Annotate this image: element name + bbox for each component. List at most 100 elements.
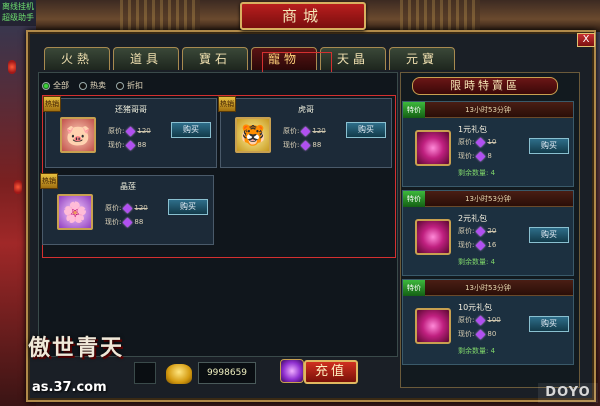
gem-icon — [125, 126, 136, 136]
price-label: 现价: — [108, 141, 125, 149]
price-label: 原价: — [108, 127, 125, 135]
original-price: 原价: 10 — [458, 137, 496, 147]
filter-label: 热卖 — [90, 81, 106, 90]
offer-name: 1元礼包 — [458, 125, 488, 134]
radio-icon — [79, 81, 87, 90]
remaining-count: 剩余数量: 4 — [458, 258, 496, 266]
special-tag: 特价 — [403, 191, 425, 207]
price-value: 120 — [134, 204, 148, 212]
tab-gems[interactable]: 寶石 — [182, 47, 248, 70]
current-price: 现价: 8 — [458, 151, 492, 161]
price-value: 80 — [487, 330, 497, 338]
lantern-icon — [14, 180, 22, 194]
gem-icon — [475, 137, 486, 147]
gem-icon — [475, 329, 486, 339]
pet-card: 热销 还猪哥哥 🐷 原价: 120 现价: 88 购买 — [43, 96, 217, 168]
filter-label: 全部 — [53, 81, 69, 90]
pet-name: 还猪哥哥 — [115, 105, 147, 114]
price-value: 88 — [312, 141, 322, 149]
close-button[interactable]: X — [577, 33, 595, 47]
original-price: 原价: 120 — [105, 203, 148, 213]
gem-icon — [475, 226, 486, 236]
price-label: 现价: — [458, 152, 475, 160]
gem-icon — [125, 140, 136, 150]
current-price: 现价: 88 — [105, 217, 143, 227]
limited-sale-title: 限時特賣區 — [412, 77, 558, 95]
current-price: 现价: 88 — [283, 140, 321, 150]
gold-ingot-icon — [166, 364, 192, 384]
tab-yuanbao[interactable]: 元寶 — [389, 47, 455, 70]
price-value: 120 — [312, 127, 326, 135]
lantern-icon — [8, 60, 16, 74]
buy-button[interactable]: 购买 — [529, 138, 569, 154]
recharge-button[interactable]: 充值 — [304, 360, 358, 384]
price-value: 8 — [487, 152, 492, 160]
gem-icon — [122, 217, 133, 227]
price-label: 原价: — [458, 227, 475, 235]
pet-name: 晶莲 — [120, 182, 136, 191]
gem-icon — [475, 240, 486, 250]
gem-icon — [475, 151, 486, 161]
current-price: 现价: 80 — [458, 329, 496, 339]
tab-tianjing[interactable]: 天晶 — [320, 47, 386, 70]
pig-pet-icon[interactable]: 🐷 — [60, 117, 96, 153]
tab-props[interactable]: 道具 — [113, 47, 179, 70]
radio-icon — [116, 81, 124, 90]
gem-icon — [300, 126, 311, 136]
price-label: 原价: — [283, 127, 300, 135]
offer-timer: 13小时53分钟 — [403, 191, 573, 207]
radio-icon — [42, 81, 50, 90]
offer-name: 10元礼包 — [458, 303, 493, 312]
game-logo: 傲世青天 — [28, 335, 125, 361]
gift-offer: 13小时53分钟 特价 10元礼包 原价: 100 现价: 80 剩余数量: 4… — [402, 279, 574, 365]
filter-label: 折扣 — [127, 81, 143, 90]
pet-card: 热销 晶莲 🌸 原价: 120 现价: 88 购买 — [40, 173, 214, 245]
gem-icon — [122, 203, 133, 213]
price-label: 现价: — [458, 330, 475, 338]
tiger-pet-icon[interactable]: 🐯 — [235, 117, 271, 153]
price-label: 原价: — [458, 138, 475, 146]
price-value: 16 — [487, 241, 497, 249]
filter-hot[interactable]: 热卖 — [79, 80, 106, 91]
filter-discount[interactable]: 折扣 — [116, 80, 143, 91]
price-value: 120 — [137, 127, 151, 135]
original-price: 原价: 120 — [283, 126, 326, 136]
original-price: 原价: 100 — [458, 315, 501, 325]
tab-hot[interactable]: 火熱 — [44, 47, 110, 70]
price-value: 100 — [487, 316, 501, 324]
remaining-count: 剩余数量: 4 — [458, 347, 496, 355]
tab-pets[interactable]: 寵物 — [251, 47, 317, 70]
gem-icon — [475, 315, 486, 325]
offer-timer: 13小时53分钟 — [403, 280, 573, 296]
original-price: 原价: 20 — [458, 226, 496, 236]
offer-timer: 13小时53分钟 — [403, 102, 573, 118]
gift-chest-icon[interactable] — [415, 308, 451, 344]
lotus-pet-icon[interactable]: 🌸 — [57, 194, 93, 230]
price-label: 现价: — [283, 141, 300, 149]
price-value: 20 — [487, 227, 497, 235]
category-tabs: 火熱 道具 寶石 寵物 天晶 元寶 — [44, 47, 455, 70]
gift-chest-icon[interactable] — [415, 130, 451, 166]
buy-button[interactable]: 购买 — [529, 227, 569, 243]
gift-chest-icon[interactable] — [415, 219, 451, 255]
gift-offer: 13小时53分钟 特价 1元礼包 原价: 10 现价: 8 剩余数量: 4 购买 — [402, 101, 574, 187]
buy-button[interactable]: 购买 — [171, 122, 211, 138]
current-price: 现价: 88 — [108, 140, 146, 150]
special-tag: 特价 — [403, 280, 425, 296]
price-value: 88 — [137, 141, 147, 149]
filter-bar: 全部 热卖 折扣 — [42, 80, 143, 91]
buy-button[interactable]: 购买 — [168, 199, 208, 215]
gold-balance: 9998659 — [198, 362, 256, 384]
roof-decoration — [400, 0, 480, 32]
price-label: 现价: — [458, 241, 475, 249]
filter-all[interactable]: 全部 — [42, 80, 69, 91]
price-label: 现价: — [105, 218, 122, 226]
offer-name: 2元礼包 — [458, 214, 488, 223]
roof-decoration — [120, 0, 200, 32]
buy-button[interactable]: 购买 — [346, 122, 386, 138]
pet-card: 热销 虎哥 🐯 原价: 120 现价: 88 购买 — [218, 96, 392, 168]
buy-button[interactable]: 购买 — [529, 316, 569, 332]
price-label: 原价: — [458, 316, 475, 324]
price-value: 88 — [134, 218, 144, 226]
special-tag: 特价 — [403, 102, 425, 118]
